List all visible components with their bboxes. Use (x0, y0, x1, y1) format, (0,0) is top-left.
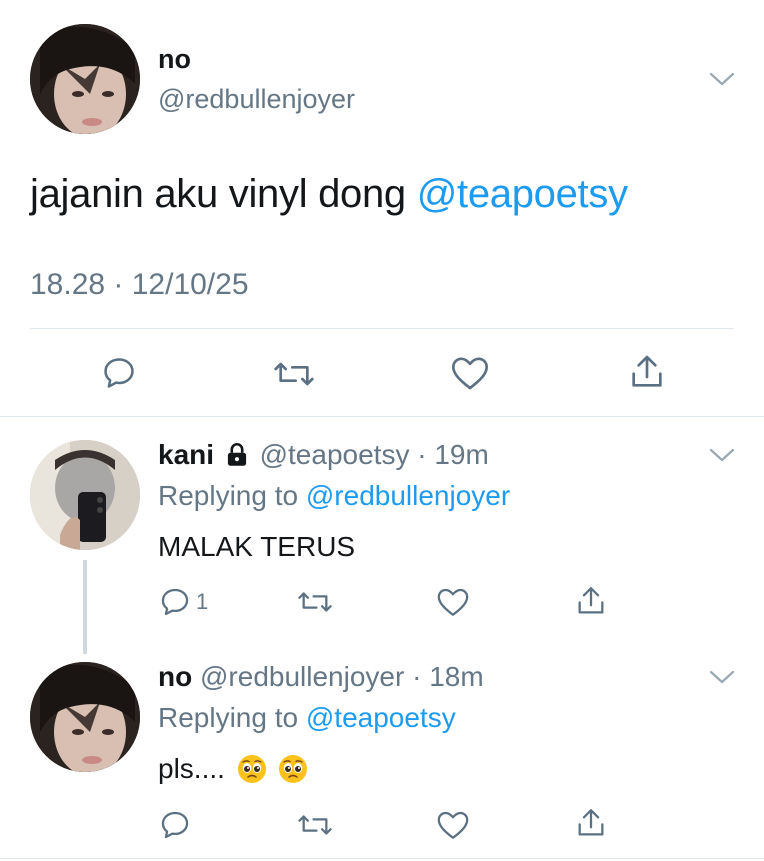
retweet-icon[interactable] (272, 354, 316, 394)
display-name[interactable]: no (158, 661, 192, 692)
reply-time[interactable]: · 19m (417, 439, 489, 470)
tweet-text: jajanin aku vinyl dong @teapoetsy (30, 172, 628, 217)
mention-link[interactable]: @teapoetsy (306, 702, 456, 733)
like-icon[interactable] (450, 354, 490, 392)
reply-text: pls.... (158, 753, 225, 784)
like-icon[interactable] (436, 586, 470, 618)
avatar-photo-icon (30, 24, 140, 134)
reply-time[interactable]: · 18m (412, 661, 484, 692)
share-icon[interactable] (627, 352, 667, 392)
divider (30, 328, 734, 329)
lock-icon (224, 441, 250, 474)
reply-text: MALAK TERUS (158, 531, 356, 562)
avatar[interactable] (30, 24, 140, 134)
section-divider (0, 416, 764, 417)
reply-header: no @redbullenjoyer · 18m (158, 661, 484, 693)
chevron-down-icon[interactable] (708, 70, 736, 88)
tweet-text-plain: jajanin aku vinyl dong (30, 172, 417, 216)
mention-link[interactable]: @teapoetsy (417, 172, 628, 216)
reply-icon[interactable] (100, 354, 138, 392)
handle[interactable]: @redbullenjoyer (158, 84, 355, 115)
avatar-photo-icon (30, 662, 140, 772)
replying-to-label: Replying to (158, 480, 306, 511)
handle[interactable]: @redbullenjoyer (200, 661, 404, 692)
retweet-icon[interactable] (296, 808, 334, 842)
handle[interactable]: @teapoetsy (260, 439, 410, 470)
retweet-icon[interactable] (296, 585, 334, 619)
replying-to: Replying to @teapoetsy (158, 702, 456, 734)
chevron-down-icon[interactable] (708, 668, 736, 686)
like-icon[interactable] (436, 809, 470, 841)
reply-button[interactable]: 1 (158, 585, 208, 619)
pleading-face-icon (278, 754, 308, 784)
reply-icon[interactable] (158, 808, 192, 842)
thread-line (83, 560, 87, 654)
chevron-down-icon[interactable] (708, 446, 736, 464)
reply-text-row: pls.... (158, 753, 308, 785)
reply-icon (158, 585, 192, 619)
replying-to: Replying to @redbullenjoyer (158, 480, 510, 512)
timestamp[interactable]: 18.28 · 12/10/25 (30, 268, 249, 302)
share-icon[interactable] (574, 806, 608, 840)
display-name[interactable]: kani (158, 439, 214, 470)
reply-header: kani @teapoetsy · 19m (158, 439, 489, 474)
reply-count: 1 (196, 589, 209, 614)
replying-to-label: Replying to (158, 702, 306, 733)
avatar[interactable] (30, 662, 140, 772)
pleading-face-icon (237, 754, 267, 784)
display-name[interactable]: no (158, 44, 191, 75)
avatar[interactable] (30, 440, 140, 550)
avatar-photo-icon (30, 440, 140, 550)
bottom-divider (0, 858, 764, 859)
share-icon[interactable] (574, 584, 608, 618)
mention-link[interactable]: @redbullenjoyer (306, 480, 510, 511)
